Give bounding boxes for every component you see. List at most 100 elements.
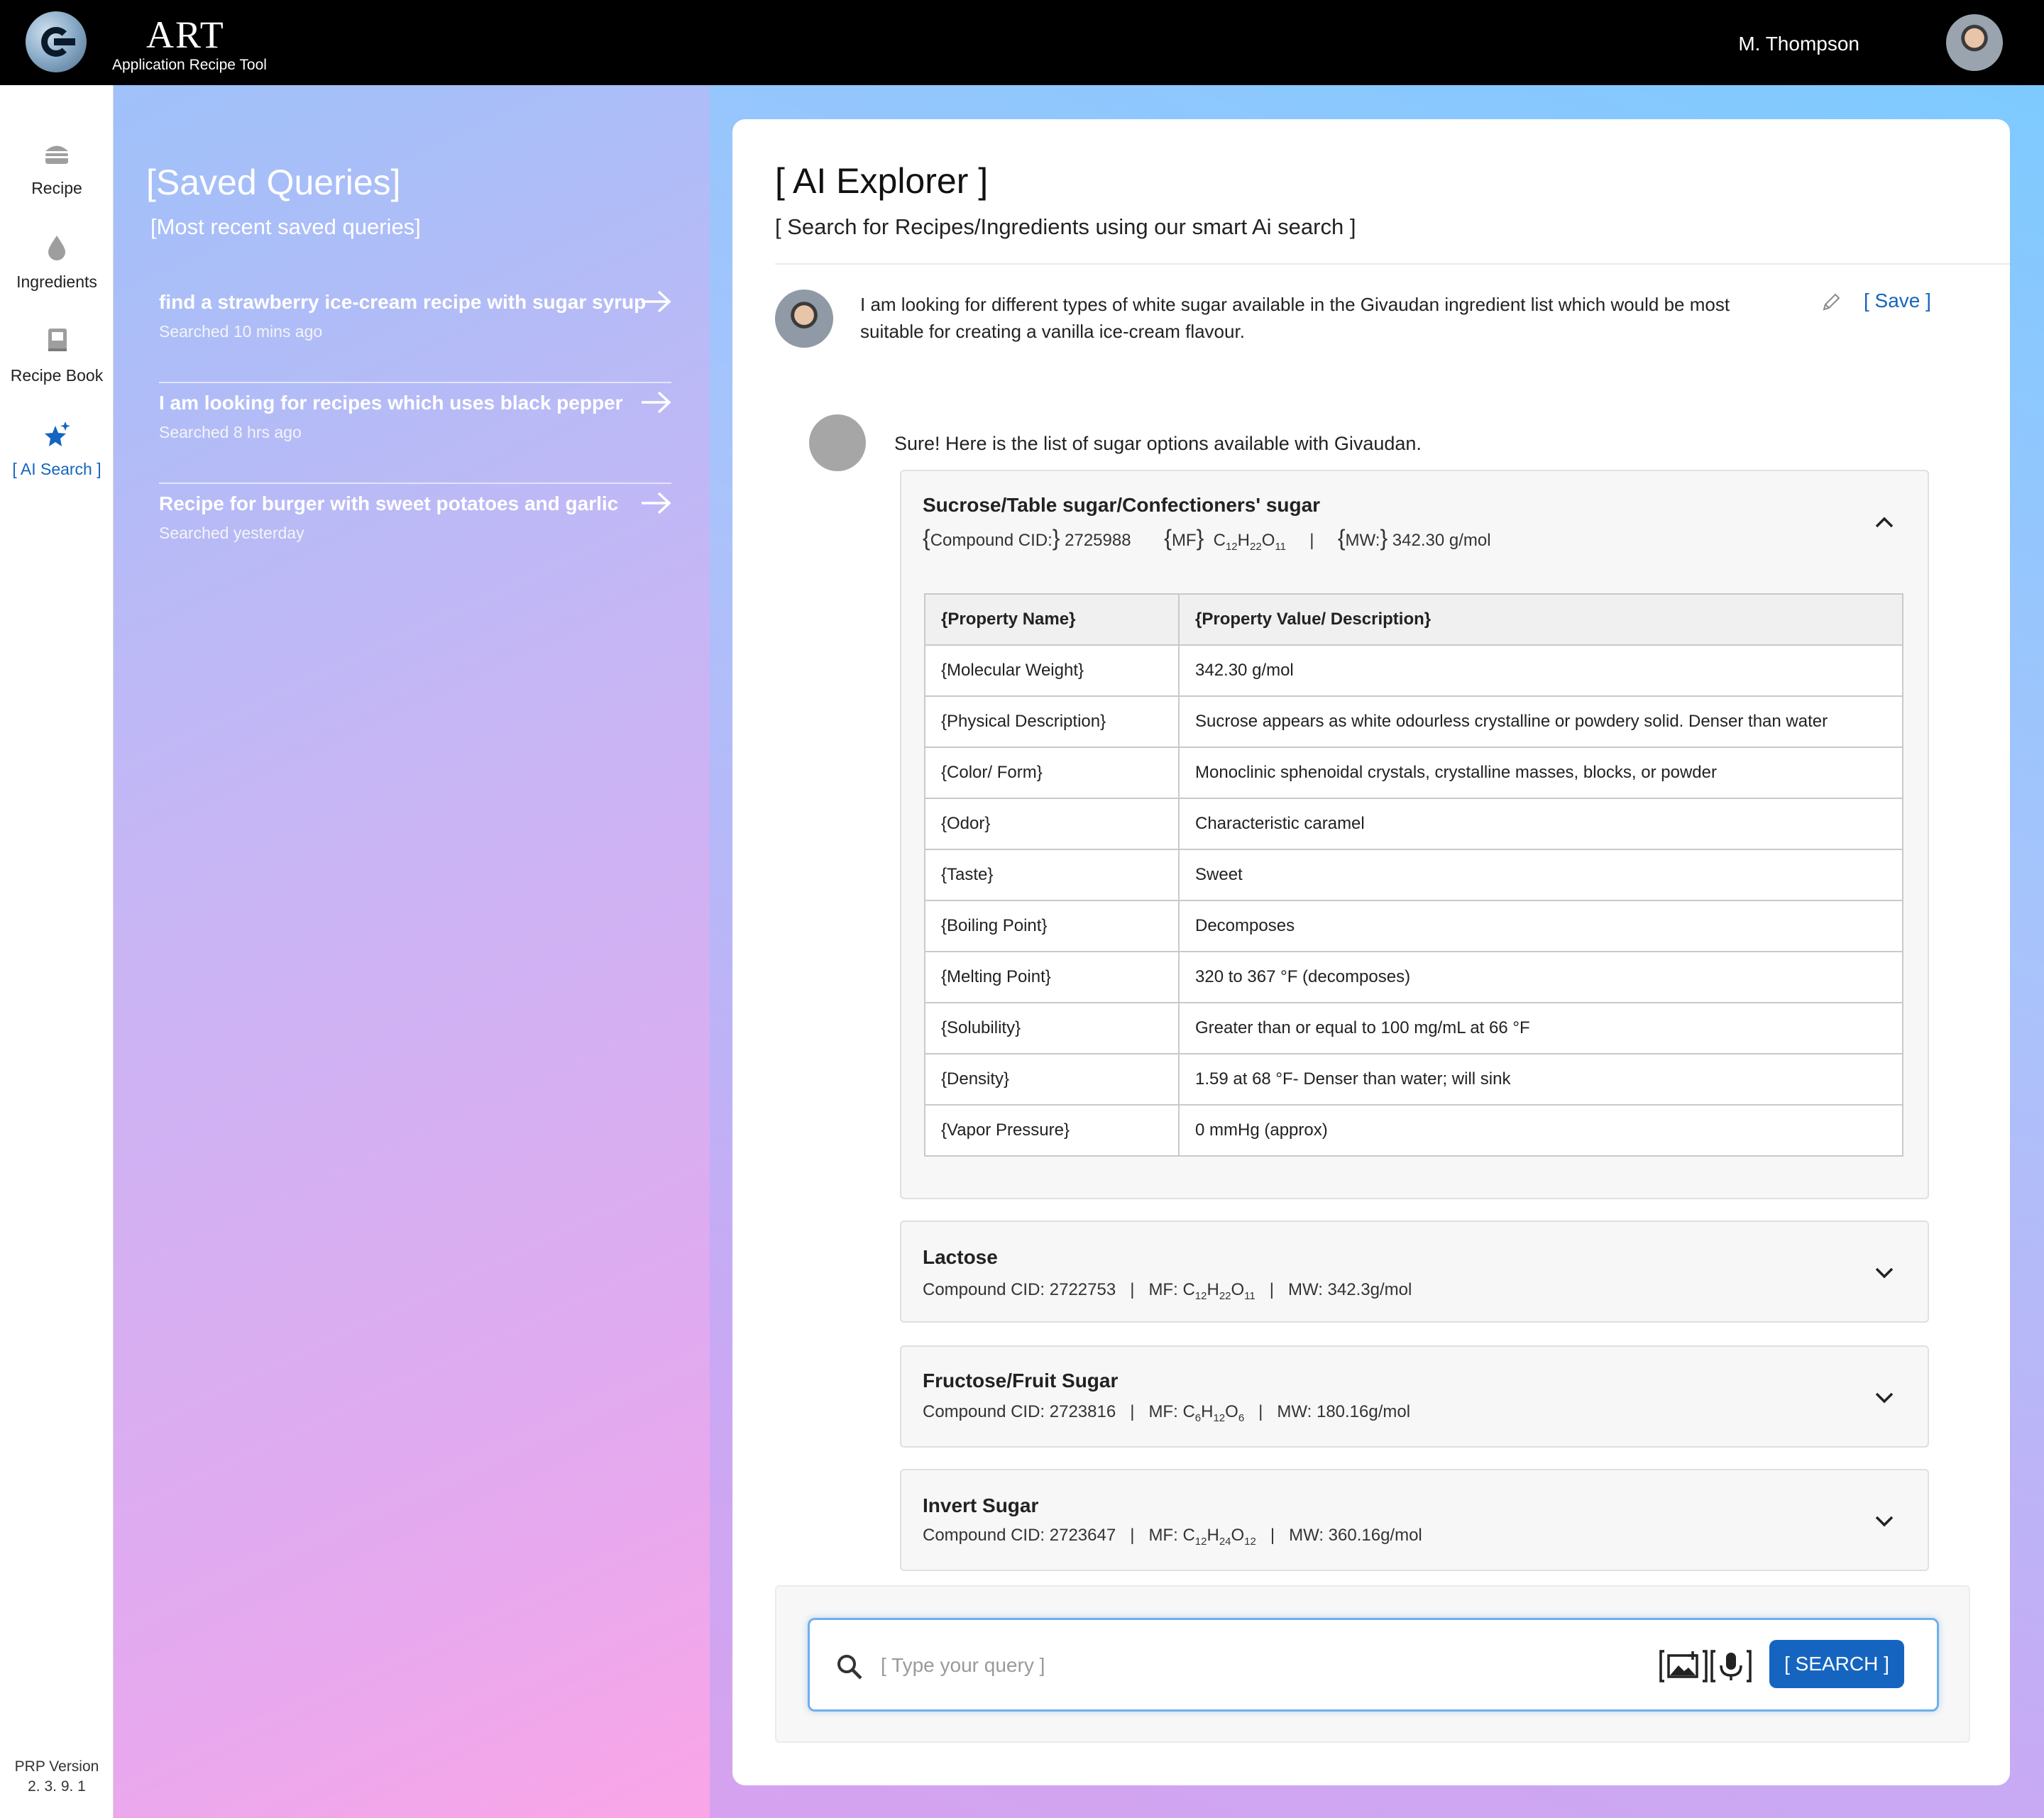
property-value-cell: Sweet: [1178, 849, 1903, 901]
nav-item-recipe-book[interactable]: Recipe Book: [0, 326, 114, 385]
user-avatar[interactable]: [1946, 14, 2003, 71]
version-number: 2. 3. 9. 1: [28, 1778, 86, 1795]
save-button[interactable]: [ Save ]: [1864, 290, 1931, 312]
property-value-cell: Decomposes: [1178, 900, 1903, 952]
drop-icon: [48, 236, 65, 260]
result-accordion-collapsed[interactable]: Invert Sugar Compound CID: 2723647 | MF:…: [900, 1469, 1929, 1571]
nav-item-ai-search[interactable]: [ AI Search ]: [0, 420, 114, 479]
saved-queries-subtitle: [Most recent saved queries]: [150, 214, 421, 239]
user-message-avatar: [775, 290, 833, 348]
search-input[interactable]: [881, 1646, 1605, 1685]
version-label: PRP Version: [14, 1758, 99, 1775]
table-header-row: {Property Name} {Property Value/ Descrip…: [924, 593, 1903, 646]
saved-query-text: I am looking for recipes which uses blac…: [159, 392, 623, 414]
property-name-cell: {Physical Description}: [924, 695, 1180, 748]
arrow-right-icon[interactable]: [640, 290, 671, 314]
table-row: {Melting Point} 320 to 367 °F (decomposes…: [924, 951, 1903, 1003]
app-logo-icon[interactable]: [26, 11, 87, 72]
explorer-title: [ AI Explorer ]: [775, 161, 989, 201]
divider: [775, 263, 2010, 265]
table-row: {Color/ Form} Monoclinic sphenoidal cryst…: [924, 747, 1903, 799]
assistant-message: Sure! Here is the list of sugar options …: [894, 433, 1422, 454]
saved-query-time: Searched 8 hrs ago: [159, 423, 302, 441]
property-name-cell: {Molecular Weight}: [924, 644, 1180, 697]
saved-query-item[interactable]: find a strawberry ice-cream recipe with …: [159, 290, 671, 383]
property-value-cell: 1.59 at 68 °F- Denser than water; will s…: [1178, 1053, 1903, 1106]
search-icon: [837, 1655, 862, 1680]
chevron-down-icon[interactable]: [1874, 1266, 1895, 1280]
property-value-cell: 320 to 367 °F (decomposes): [1178, 951, 1903, 1003]
table-row: {Molecular Weight} 342.30 g/mol: [924, 644, 1903, 697]
search-box: [ SEARCH ]: [808, 1618, 1939, 1712]
property-value-cell: Monoclinic sphenoidal crystals, crystall…: [1178, 747, 1903, 799]
user-name[interactable]: M. Thompson: [1738, 33, 1859, 55]
result-accordion-collapsed[interactable]: Fructose/Fruit Sugar Compound CID: 27238…: [900, 1345, 1929, 1448]
table-row: {Physical Description} Sucrose appears as…: [924, 695, 1903, 748]
saved-query-time: Searched yesterday: [159, 524, 304, 542]
nav-item-ingredients[interactable]: Ingredients: [0, 233, 114, 292]
saved-query-item[interactable]: I am looking for recipes which uses blac…: [159, 390, 671, 484]
nav-item-recipe[interactable]: Recipe: [0, 139, 114, 198]
nav-label-recipe-book: Recipe Book: [10, 366, 104, 385]
result-name[interactable]: Sucrose/Table sugar/Confectioners' sugar: [923, 494, 1320, 517]
ai-explorer-card: [ AI Explorer ] [ Search for Recipes/Ing…: [732, 119, 2010, 1785]
property-name-cell: {Melting Point}: [924, 951, 1180, 1003]
table-header-cell: {Property Value/ Description}: [1178, 593, 1903, 646]
book-icon: [48, 329, 67, 351]
microphone-icon[interactable]: [1710, 1648, 1752, 1684]
chevron-down-icon[interactable]: [1874, 1391, 1895, 1405]
table-row: {Boiling Point} Decomposes: [924, 900, 1903, 952]
properties-table: {Property Name} {Property Value/ Descrip…: [924, 593, 1903, 1157]
explorer-subtitle: [ Search for Recipes/Ingredients using o…: [775, 214, 1356, 239]
search-button[interactable]: [ SEARCH ]: [1769, 1640, 1904, 1688]
result-accordion-collapsed[interactable]: Lactose Compound CID: 2722753 | MF: C12H…: [900, 1221, 1929, 1323]
result-name: Invert Sugar: [923, 1494, 1039, 1516]
chevron-down-icon[interactable]: [1874, 1514, 1895, 1528]
burger-icon: [45, 145, 68, 164]
table-row: {Density} 1.59 at 68 °F- Denser than wate…: [924, 1053, 1903, 1106]
saved-queries-title: [Saved Queries]: [146, 162, 401, 202]
property-name-cell: {Color/ Form}: [924, 747, 1180, 799]
left-nav: Recipe Ingredients Recipe Book [ AI Sear…: [0, 85, 114, 1818]
image-upload-icon[interactable]: [1659, 1648, 1708, 1684]
search-panel: [ SEARCH ]: [775, 1585, 1970, 1743]
result-name: Fructose/Fruit Sugar: [923, 1370, 1119, 1392]
top-bar: ART Application Recipe Tool M. Thompson: [0, 0, 2044, 85]
arrow-right-icon[interactable]: [640, 491, 671, 515]
edit-pencil-icon[interactable]: [1820, 291, 1842, 314]
nav-label-ingredients: Ingredients: [16, 272, 97, 291]
arrow-right-icon[interactable]: [640, 390, 671, 414]
mw-label: MW:: [1345, 531, 1380, 550]
property-name-cell: {Vapor Pressure}: [924, 1104, 1180, 1157]
property-value-cell: 0 mmHg (approx): [1178, 1104, 1903, 1157]
result-accordion-expanded: Sucrose/Table sugar/Confectioners' sugar…: [900, 470, 1929, 1199]
chevron-up-icon[interactable]: [1874, 515, 1895, 529]
property-name-cell: {Boiling Point}: [924, 900, 1180, 952]
property-value-cell: Greater than or equal to 100 mg/mL at 66…: [1178, 1002, 1903, 1054]
cid-value: 2725988: [1065, 531, 1131, 550]
saved-query-item[interactable]: Recipe for burger with sweet potatoes an…: [159, 492, 671, 585]
cid-label: Compound CID:: [930, 531, 1053, 550]
saved-query-text: find a strawberry ice-cream recipe with …: [159, 291, 647, 313]
table-row: {Vapor Pressure} 0 mmHg (approx): [924, 1104, 1903, 1157]
table-header-cell: {Property Name}: [924, 593, 1180, 646]
property-value-cell: Sucrose appears as white odourless cryst…: [1178, 695, 1903, 748]
saved-query-time: Searched 10 mins ago: [159, 322, 323, 341]
version-info: PRP Version 2. 3. 9. 1: [0, 1757, 114, 1797]
result-meta: Compound CID: 2723647 | MF: C12H24O12 | …: [923, 1526, 1422, 1548]
app-title: ART: [146, 13, 225, 56]
nav-label-ai-search: [ AI Search ]: [12, 460, 101, 478]
property-name-cell: {Odor}: [924, 798, 1180, 850]
property-value-cell: Characteristic caramel: [1178, 798, 1903, 850]
table-row: {Odor} Characteristic caramel: [924, 798, 1903, 850]
property-name-cell: {Taste}: [924, 849, 1180, 901]
property-name-cell: {Density}: [924, 1053, 1180, 1106]
sparkle-star-icon: [45, 422, 70, 446]
table-row: {Taste} Sweet: [924, 849, 1903, 901]
result-meta: Compound CID: 2722753 | MF: C12H22O11 | …: [923, 1280, 1412, 1302]
mw-value: 342.30 g/mol: [1392, 531, 1491, 550]
property-name-cell: {Solubility}: [924, 1002, 1180, 1054]
result-name: Lactose: [923, 1246, 998, 1268]
result-meta: Compound CID: 2723816 | MF: C6H12O6 | MW…: [923, 1402, 1411, 1424]
saved-query-text: Recipe for burger with sweet potatoes an…: [159, 492, 619, 514]
